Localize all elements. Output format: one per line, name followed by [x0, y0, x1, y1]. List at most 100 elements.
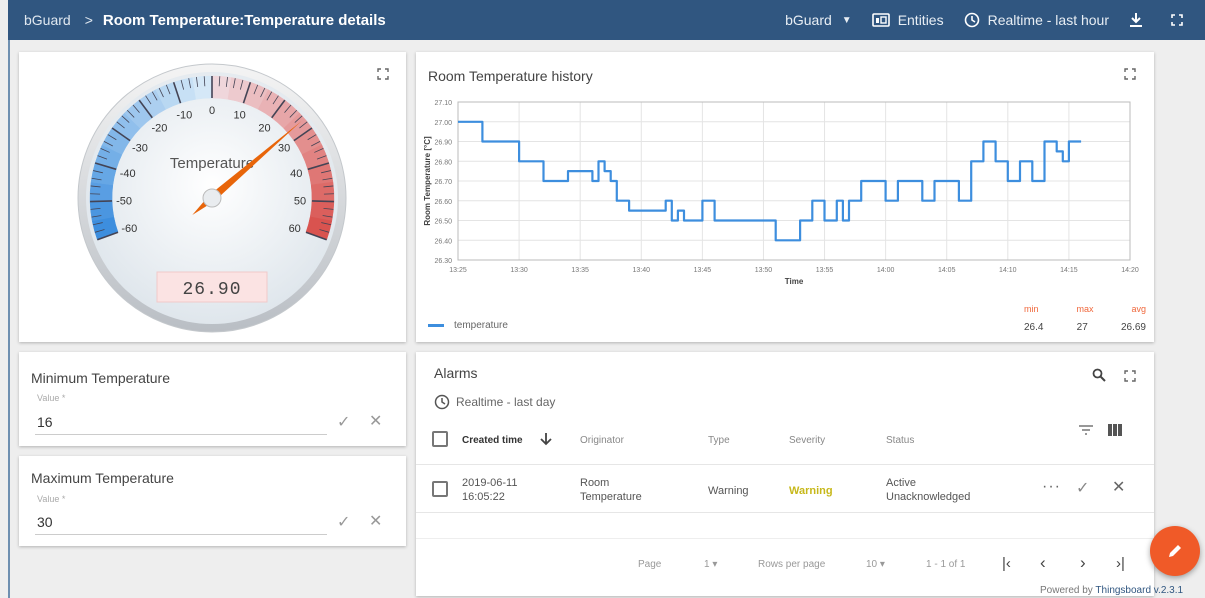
y-tick-label: 26.60 [434, 199, 452, 206]
gauge-tick-label: 60 [289, 223, 301, 235]
edit-fab-button[interactable] [1150, 526, 1200, 576]
columns-icon[interactable] [1108, 424, 1122, 436]
column-header-originator[interactable]: Originator [580, 435, 624, 446]
gauge-tick [90, 200, 113, 203]
clock-icon [434, 394, 450, 410]
pager-page-select[interactable]: 1 ▾ [704, 559, 717, 570]
prev-page-icon[interactable]: ‹ [1040, 553, 1046, 573]
column-header-severity[interactable]: Severity [789, 435, 825, 446]
close-icon[interactable]: ✕ [369, 411, 382, 431]
gauge-tick-label: -20 [151, 122, 167, 134]
pager-rows-select[interactable]: 10 ▾ [866, 559, 885, 570]
chart-title: Room Temperature history [428, 68, 593, 84]
timewindow-button[interactable]: Realtime - last hour [964, 12, 1109, 28]
next-page-icon[interactable]: › [1080, 553, 1086, 573]
min-temp-field-label: Value * [37, 393, 66, 403]
y-tick-label: 27.00 [434, 120, 452, 127]
x-tick-label: 13:45 [694, 267, 712, 274]
gauge-tick-label: 20 [258, 122, 270, 134]
x-tick-label: 13:35 [571, 267, 589, 274]
column-header-status[interactable]: Status [886, 435, 914, 446]
pager-page-value: 1 [704, 559, 710, 570]
alarms-timewindow[interactable]: Realtime - last day [434, 394, 555, 410]
check-icon[interactable]: ✓ [337, 512, 350, 532]
cell-severity: Warning [789, 485, 833, 497]
divider [416, 538, 1154, 539]
gauge-tick-label: -60 [121, 223, 137, 235]
y-tick-label: 26.30 [434, 258, 452, 265]
entities-icon [871, 13, 890, 27]
download-icon [1130, 13, 1142, 27]
cell-originator: Room Temperature [580, 477, 642, 503]
entity-select-value: bGuard [785, 12, 832, 28]
gauge-tick-label: -30 [132, 143, 148, 155]
sort-arrow-down-icon[interactable] [540, 432, 552, 446]
y-tick-label: 26.40 [434, 238, 452, 245]
check-icon[interactable]: ✓ [337, 412, 350, 432]
cell-type: Warning [708, 485, 749, 497]
legend-label: temperature [454, 320, 508, 331]
pager-rows-value: 10 [866, 559, 878, 570]
max-temp-field-label: Value * [37, 494, 66, 504]
fullscreen-icon[interactable] [377, 68, 389, 80]
x-tick-label: 13:30 [510, 267, 528, 274]
entities-button[interactable]: Entities [871, 12, 944, 28]
gauge-widget: -60 -50 -40 -30 -20 -10 0 10 20 30 40 50 60 Temperat… [19, 52, 406, 342]
y-tick-label: 27.10 [434, 100, 452, 107]
input-underline [35, 434, 327, 435]
gauge-color-band [310, 181, 335, 202]
gauge-tick-label: 40 [290, 168, 302, 180]
powered-by: Powered by Thingsboard v.2.3.1 [1040, 585, 1183, 596]
x-tick-label: 14:10 [999, 267, 1017, 274]
x-tick-label: 14:20 [1121, 267, 1139, 274]
fullscreen-icon[interactable] [1124, 68, 1136, 80]
last-page-icon[interactable]: ›| [1116, 555, 1125, 572]
gauge-tick-label: 0 [209, 105, 215, 117]
search-icon[interactable] [1092, 368, 1106, 382]
stats-headers: min max avg [1024, 304, 1146, 314]
fullscreen-icon[interactable] [1124, 370, 1136, 382]
dropdown-arrow-icon: ▼ [841, 14, 852, 26]
max-temp-title: Maximum Temperature [31, 470, 174, 486]
page-title: Room Temperature:Temperature details [102, 11, 386, 29]
row-checkbox[interactable] [432, 481, 448, 497]
gauge-tick-label: 10 [234, 109, 246, 121]
stat-max-value: 27 [1076, 322, 1088, 333]
page-edge [8, 40, 10, 598]
input-underline [35, 534, 327, 535]
cell-created-time: 2019-06-11 16:05:22 [462, 477, 518, 503]
x-tick-label: 13:40 [633, 267, 651, 274]
x-tick-label: 14:15 [1060, 267, 1078, 274]
powered-prefix: Powered by [1040, 585, 1093, 596]
max-temp-input[interactable]: 30 [37, 514, 53, 530]
gauge-color-band [192, 75, 213, 100]
column-header-created-time[interactable]: Created time [462, 435, 523, 446]
gauge-color-band [89, 181, 114, 202]
x-tick-label: 13:55 [816, 267, 834, 274]
powered-brand-link[interactable]: Thingsboard v.2.3.1 [1095, 585, 1183, 596]
gauge-tick-label: -50 [116, 196, 132, 208]
close-icon[interactable]: ✕ [369, 511, 382, 531]
gauge-tick-label: -10 [176, 109, 192, 121]
breadcrumb-root[interactable]: bGuard [24, 12, 71, 28]
x-tick-label: 14:00 [877, 267, 895, 274]
first-page-icon[interactable]: |‹ [1002, 555, 1011, 572]
entity-select[interactable]: bGuard ▼ [785, 12, 852, 28]
select-all-checkbox[interactable] [432, 431, 448, 447]
pager-page-label: Page [638, 559, 662, 570]
top-bar: bGuard > Room Temperature:Temperature de… [8, 0, 1205, 40]
filter-icon[interactable] [1078, 424, 1094, 436]
download-button[interactable] [1129, 12, 1151, 28]
gauge-tick-label: 30 [278, 143, 290, 155]
alarms-title: Alarms [434, 365, 478, 381]
more-icon[interactable]: ··· [1042, 479, 1061, 495]
min-temp-title: Minimum Temperature [31, 370, 171, 386]
y-axis-label: Room Temperature [°C] [423, 136, 432, 226]
clear-icon[interactable]: ✕ [1112, 480, 1125, 496]
fullscreen-button[interactable] [1171, 14, 1191, 26]
gauge-value-display: 26.90 [182, 280, 241, 300]
acknowledge-icon[interactable]: ✓ [1076, 481, 1089, 497]
column-header-type[interactable]: Type [708, 435, 730, 446]
x-tick-label: 14:05 [938, 267, 956, 274]
min-temp-input[interactable]: 16 [37, 414, 53, 430]
